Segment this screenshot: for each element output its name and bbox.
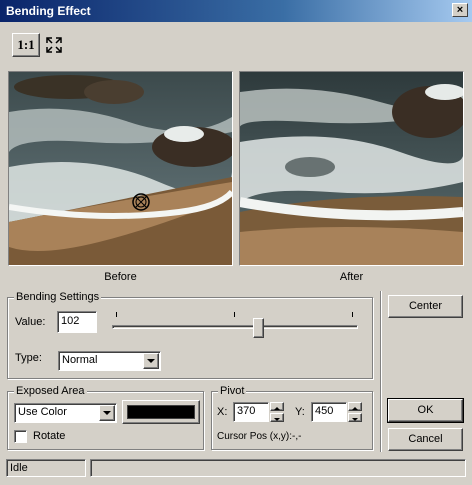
pivot-x-spinner[interactable]: [270, 402, 284, 422]
chevron-up-icon: [352, 407, 358, 410]
status-text: Idle: [10, 462, 28, 474]
fit-to-window-button[interactable]: [44, 35, 64, 55]
slider-tick: [234, 312, 235, 317]
exposed-mode-selected: Use Color: [18, 406, 67, 418]
after-image: [240, 72, 463, 265]
slider-tick: [352, 312, 353, 317]
status-pane: Idle: [6, 459, 86, 477]
rotate-checkbox[interactable]: [14, 430, 27, 443]
pivot-x-down-button[interactable]: [270, 413, 284, 422]
slider-tick: [116, 312, 117, 317]
chevron-down-icon: [147, 359, 155, 363]
color-picker-button[interactable]: [122, 400, 200, 424]
pivot-x-label: X:: [217, 406, 228, 418]
chevron-up-icon: [274, 407, 280, 410]
after-preview: [239, 71, 464, 266]
pivot-x-field[interactable]: 370: [233, 402, 269, 422]
pivot-y-up-button[interactable]: [348, 402, 362, 411]
close-button[interactable]: ×: [452, 3, 468, 17]
pivot-x-up-button[interactable]: [270, 402, 284, 411]
slider-thumb[interactable]: [253, 318, 264, 338]
value-label: Value:: [15, 316, 46, 328]
pivot-y-label: Y:: [295, 406, 305, 418]
value-slider[interactable]: [112, 310, 360, 338]
pivot-y-spinner[interactable]: [348, 402, 362, 422]
vertical-divider: [380, 291, 381, 452]
status-pane-secondary: [90, 459, 466, 477]
exposed-mode-dropdown[interactable]: Use Color: [14, 403, 117, 423]
center-button[interactable]: Center: [388, 295, 463, 318]
before-preview[interactable]: [8, 71, 233, 266]
title-bar: Bending Effect ×: [0, 0, 472, 22]
zoom-1-1-button[interactable]: 1:1: [12, 33, 40, 57]
chevron-down-icon: [352, 418, 358, 421]
type-dropdown[interactable]: Normal: [58, 351, 161, 371]
pivot-label: Pivot: [218, 385, 247, 397]
fit-to-window-icon: [46, 37, 62, 53]
slider-track: [112, 325, 358, 329]
rotate-label: Rotate: [33, 430, 66, 442]
exposed-area-label: Exposed Area: [14, 385, 87, 397]
value-field[interactable]: 102: [57, 311, 97, 333]
exposed-mode-dropdown-arrow[interactable]: [99, 405, 115, 421]
type-dropdown-arrow[interactable]: [143, 353, 159, 369]
after-label: After: [339, 271, 364, 283]
bending-settings-label: Bending Settings: [14, 291, 102, 303]
ok-button[interactable]: OK: [387, 398, 464, 423]
chevron-down-icon: [103, 411, 111, 415]
before-image: [9, 72, 232, 265]
cursor-pos-readout: Cursor Pos (x,y):-,-: [217, 431, 302, 442]
cancel-button[interactable]: Cancel: [388, 428, 463, 451]
pivot-y-field[interactable]: 450: [311, 402, 347, 422]
pivot-y-down-button[interactable]: [348, 413, 362, 422]
type-selected: Normal: [62, 354, 98, 366]
crosshair-target-icon[interactable]: [131, 192, 151, 212]
type-label: Type:: [15, 352, 42, 364]
before-label: Before: [104, 271, 137, 283]
window-title: Bending Effect: [6, 4, 91, 18]
color-swatch: [127, 405, 195, 419]
close-icon: ×: [456, 4, 464, 16]
chevron-down-icon: [274, 418, 280, 421]
